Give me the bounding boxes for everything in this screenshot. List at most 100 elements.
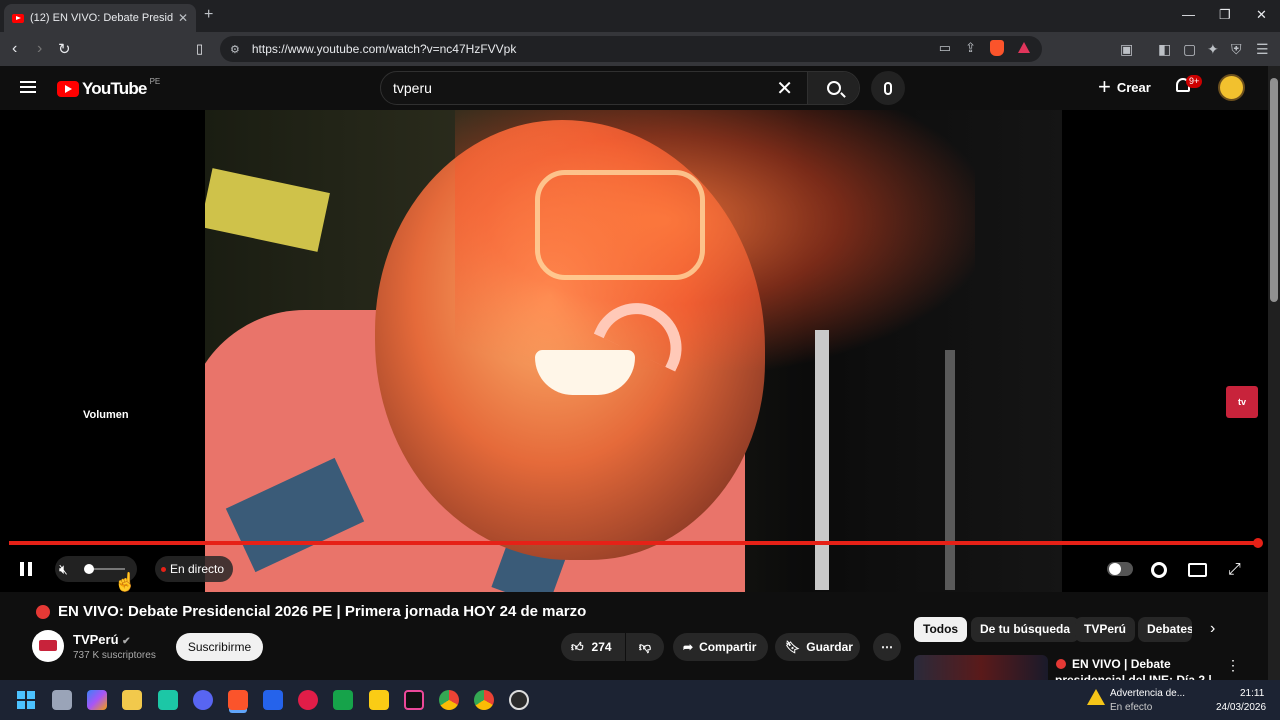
subscriber-count: 737 K suscriptores	[73, 650, 156, 661]
microphone-icon	[884, 81, 892, 95]
volume-knob[interactable]	[84, 564, 94, 574]
windows-start-icon[interactable]	[17, 691, 35, 709]
copilot-icon[interactable]	[87, 690, 107, 710]
tvperu-logo-icon	[39, 640, 57, 651]
youtube-play-icon	[57, 81, 79, 97]
fullscreen-icon[interactable]: ⤢	[1228, 561, 1241, 579]
brave-browser-icon[interactable]	[228, 690, 248, 710]
cast-icon[interactable]: ▭	[939, 40, 951, 56]
bookmark-icon[interactable]: ▯	[196, 41, 203, 57]
clock-time[interactable]: 21:11	[1240, 688, 1264, 699]
leo-ai-icon[interactable]: ✦	[1207, 41, 1219, 58]
channel-avatar[interactable]	[32, 630, 64, 662]
minimize-icon[interactable]: —	[1182, 7, 1195, 22]
search-input[interactable]: tvperu	[393, 80, 776, 96]
share-icon: ➦	[683, 640, 694, 654]
youtube-logo[interactable]: YouTube PE	[57, 76, 161, 99]
channel-watermark[interactable]: tv	[1226, 386, 1258, 418]
create-button[interactable]: + Crear	[1098, 76, 1151, 98]
app-icon[interactable]	[158, 690, 178, 710]
chrome-icon[interactable]	[439, 690, 459, 710]
save-icon: 🔖︎	[785, 640, 801, 654]
forward-icon[interactable]: ›	[37, 40, 42, 58]
live-badge[interactable]: En directo	[155, 556, 233, 582]
tiktok-icon[interactable]	[404, 690, 424, 710]
muted-speaker-icon[interactable]: 🔇︎	[59, 561, 68, 578]
maximize-icon[interactable]: ❐	[1219, 7, 1231, 23]
sidebar-icon[interactable]: ◧	[1158, 41, 1171, 58]
new-tab-icon[interactable]: +	[204, 6, 213, 24]
task-view-icon[interactable]	[52, 690, 72, 710]
brave-rewards-icon[interactable]	[1018, 42, 1030, 53]
progress-bar[interactable]	[9, 538, 1263, 548]
chevron-right-icon[interactable]: ›	[1210, 620, 1215, 638]
share-page-icon[interactable]: ⇪	[965, 40, 976, 56]
address-bar[interactable]: ⚙ https://www.youtube.com/watch?v=nc47Hz…	[220, 36, 1042, 62]
site-settings-icon[interactable]: ⚙	[230, 43, 240, 56]
more-actions-button[interactable]: ⋯	[873, 633, 901, 661]
close-tab-icon[interactable]: ✕	[178, 11, 188, 25]
sticky-notes-icon[interactable]	[369, 690, 389, 710]
guide-menu-icon[interactable]	[20, 81, 36, 93]
live-label: En directo	[170, 562, 225, 576]
subscribe-button[interactable]: Suscribirme	[176, 633, 263, 661]
video-title-text: EN VIVO: Debate Presidencial 2026 PE | P…	[58, 603, 587, 620]
file-explorer-icon[interactable]	[122, 690, 142, 710]
settings-gear-icon[interactable]	[1151, 562, 1167, 578]
clear-search-icon[interactable]: ✕	[776, 76, 793, 101]
video-player[interactable]	[0, 110, 1268, 592]
notice-title[interactable]: Advertencia de...	[1110, 688, 1185, 699]
channel-name-text[interactable]: TVPerú	[73, 632, 119, 647]
browser-tab[interactable]: (12) EN VIVO: Debate Presid ✕	[4, 4, 196, 32]
back-icon[interactable]: ‹	[12, 40, 17, 58]
reading-list-icon[interactable]: ▣	[1120, 41, 1133, 58]
vpn-icon[interactable]: ⛨	[1231, 41, 1242, 58]
notifications-badge: 9+	[1186, 75, 1203, 88]
page-scrollbar[interactable]	[1268, 66, 1280, 680]
autoplay-toggle[interactable]	[1107, 562, 1133, 576]
video-frame[interactable]	[205, 110, 1062, 592]
related-video-title[interactable]: EN VIVO | Debate	[1056, 657, 1171, 671]
warning-icon[interactable]	[1087, 689, 1105, 705]
chip-todos[interactable]: Todos	[914, 617, 968, 642]
more-vertical-icon[interactable]: ⋮	[1226, 657, 1240, 674]
channel-name[interactable]: TVPerú ✔	[73, 632, 131, 647]
reload-icon[interactable]: ↻	[58, 40, 71, 58]
thumbs-down-icon: 👎︎	[638, 639, 652, 654]
notice-status: En efecto	[1110, 702, 1153, 713]
verified-icon: ✔	[122, 636, 131, 647]
share-button[interactable]: ➦ Compartir	[673, 633, 768, 661]
save-button[interactable]: 🔖︎ Guardar	[775, 633, 860, 661]
powerpoint-icon[interactable]	[298, 690, 318, 710]
clock-date[interactable]: 24/03/2026	[1216, 702, 1266, 713]
mouse-cursor-icon: ☝	[114, 572, 137, 592]
dislike-button[interactable]: 👎︎	[626, 633, 664, 661]
chip-debates[interactable]: Debates	[1138, 617, 1192, 642]
pause-button[interactable]	[20, 562, 32, 576]
close-window-icon[interactable]: ✕	[1256, 7, 1267, 23]
like-button[interactable]: 👍︎ 274	[561, 633, 625, 661]
excel-icon[interactable]	[333, 690, 353, 710]
chip-de-tu-busqueda[interactable]: De tu búsqueda	[971, 617, 1080, 642]
share-label: Compartir	[699, 640, 757, 654]
progress-knob[interactable]	[1253, 538, 1263, 548]
theater-mode-icon[interactable]	[1188, 563, 1207, 577]
wallet-icon[interactable]: ▢	[1183, 41, 1196, 58]
discord-icon[interactable]	[193, 690, 213, 710]
create-label: Crear	[1116, 79, 1151, 95]
obs-icon[interactable]	[509, 690, 529, 710]
chrome-profile-icon[interactable]	[474, 690, 494, 710]
country-code: PE	[149, 76, 161, 86]
related-video-thumbnail[interactable]	[914, 655, 1048, 680]
video-figure-glasses	[535, 170, 705, 280]
voice-search-button[interactable]	[871, 71, 905, 105]
account-avatar[interactable]	[1218, 74, 1245, 101]
search-button[interactable]	[807, 72, 859, 104]
search-box[interactable]: tvperu ✕	[380, 71, 860, 105]
related-title-line1: EN VIVO | Debate	[1072, 657, 1171, 671]
outlook-icon[interactable]	[263, 690, 283, 710]
chip-tvperu[interactable]: TVPerú	[1075, 617, 1136, 642]
menu-icon[interactable]: ☰	[1256, 41, 1269, 58]
scrollbar-thumb[interactable]	[1270, 78, 1278, 302]
brave-shields-icon[interactable]	[990, 40, 1004, 56]
